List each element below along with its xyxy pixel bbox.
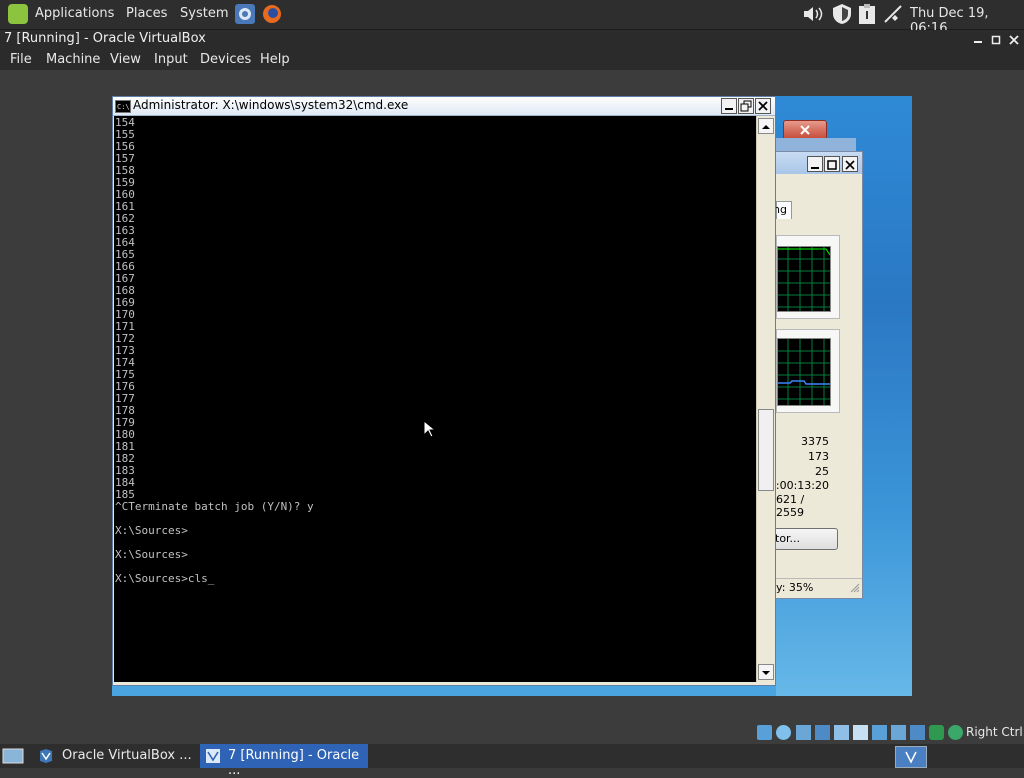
close-icon[interactable] (755, 98, 771, 114)
display-icon[interactable] (872, 725, 887, 740)
network-adapter-icon[interactable] (815, 725, 830, 740)
applications-menu[interactable]: Applications (35, 6, 114, 21)
mouse-pointer-icon (423, 419, 437, 438)
optical-drive-icon[interactable] (776, 725, 791, 740)
keyboard-capture-icon[interactable] (948, 725, 963, 740)
vm-status-bar: Right Ctrl (0, 721, 1024, 744)
network-icon[interactable] (882, 4, 904, 24)
close-icon[interactable] (842, 156, 858, 172)
console-line: X:\Sources> (115, 548, 188, 561)
virtualbox-icon (38, 748, 54, 764)
scroll-thumb[interactable] (758, 409, 774, 491)
virtualbox-vm-icon (205, 748, 221, 764)
menu-file[interactable]: File (10, 52, 32, 67)
cpu-usage-graph (777, 246, 831, 312)
hard-disk-icon[interactable] (757, 725, 772, 740)
menu-input[interactable]: Input (154, 52, 188, 67)
mouse-integration-icon[interactable] (929, 725, 944, 740)
resize-grip-icon[interactable] (850, 583, 860, 593)
places-menu[interactable]: Places (126, 6, 167, 21)
workspace-switcher-icon[interactable] (895, 746, 927, 768)
menu-devices[interactable]: Devices (200, 52, 251, 67)
console-output[interactable]: 154 155 156 157 158 159 160 161 162 163 … (114, 116, 756, 682)
menu-machine[interactable]: Machine (46, 52, 100, 67)
console-line: X:\Sources>cls_ (115, 572, 215, 585)
cmd-icon: C:\ (115, 100, 131, 113)
resource-monitor-button[interactable]: tor... (774, 528, 838, 550)
memory-usage-graph-frame (776, 329, 840, 413)
memory-usage-graph (777, 338, 831, 406)
volume-icon[interactable] (802, 5, 826, 23)
virtualization-icon[interactable] (910, 725, 925, 740)
maximize-icon[interactable] (824, 156, 840, 172)
stat-value: :00:13:20 (775, 479, 829, 492)
stat-value: 3375 (801, 435, 829, 448)
scroll-down-arrow-icon[interactable] (758, 664, 774, 680)
status-bar: y: 35% (776, 578, 862, 597)
usb-icon[interactable] (834, 725, 849, 740)
task-manager-window[interactable]: ng 3375 173 25 :00:13:20 621 / 2559 tor.… (773, 151, 863, 599)
minimize-icon[interactable] (807, 156, 823, 172)
top-panel: Applications Places System Thu Dec 19, 0… (0, 0, 1024, 36)
taskbar-item-label: 7 [Running] - Oracle ... (228, 748, 360, 778)
chromium-icon[interactable] (235, 4, 255, 24)
show-desktop-icon[interactable] (2, 747, 24, 765)
tab-networking[interactable]: ng (773, 201, 792, 219)
video-capture-icon[interactable] (891, 725, 906, 740)
background-window-frame (776, 138, 856, 152)
menu-help[interactable]: Help (260, 52, 290, 67)
scroll-up-arrow-icon[interactable] (758, 118, 774, 134)
stat-value: 25 (815, 465, 829, 478)
vertical-scrollbar[interactable] (756, 116, 774, 682)
taskbar-item-label: Oracle VirtualBox ... (62, 748, 192, 763)
restore-icon[interactable] (738, 98, 754, 114)
shared-folders-icon[interactable] (853, 725, 868, 740)
window-titlebar[interactable]: 7 [Running] - Oracle VirtualBox (0, 30, 1024, 49)
cmd-window[interactable]: C:\ Administrator: X:\windows\system32\c… (112, 96, 776, 686)
stat-value: 621 / 2559 (776, 493, 805, 519)
svg-text:C:\: C:\ (117, 103, 130, 111)
cpu-usage-graph-frame (776, 235, 840, 319)
mint-menu-icon[interactable] (8, 4, 28, 24)
audio-icon[interactable] (796, 725, 811, 740)
cmd-title: Administrator: X:\windows\system32\cmd.e… (133, 98, 409, 112)
host-key-label: Right Ctrl (966, 725, 1023, 739)
system-menu[interactable]: System (180, 6, 228, 21)
minimize-icon[interactable] (973, 34, 983, 44)
taskbar-item-virtualbox-manager[interactable]: Oracle VirtualBox ... (30, 744, 196, 768)
taskbar: Oracle VirtualBox ... 7 [Running] - Orac… (0, 744, 1024, 778)
background-window-close-button[interactable] (783, 120, 827, 140)
console-line: X:\Sources> (115, 524, 188, 537)
memory-status: y: 35% (776, 581, 814, 594)
close-icon[interactable] (1009, 34, 1019, 45)
stat-value: 173 (808, 450, 829, 463)
maximize-icon[interactable] (991, 34, 1001, 45)
console-line: ^CTerminate batch job (Y/N)? y (115, 500, 314, 513)
firefox-icon[interactable] (262, 4, 282, 24)
cmd-titlebar[interactable]: C:\ Administrator: X:\windows\system32\c… (113, 97, 775, 116)
taskbar-item-running-vm[interactable]: 7 [Running] - Oracle ... (200, 744, 368, 778)
clipboard-icon[interactable] (857, 3, 877, 25)
window-title: 7 [Running] - Oracle VirtualBox (4, 31, 206, 46)
close-icon (800, 125, 810, 135)
menu-bar: File Machine View Input Devices Help (0, 49, 1024, 70)
menu-view[interactable]: View (110, 52, 141, 67)
shield-icon[interactable] (831, 3, 853, 25)
minimize-icon[interactable] (721, 98, 737, 114)
button-label: tor... (775, 532, 801, 545)
